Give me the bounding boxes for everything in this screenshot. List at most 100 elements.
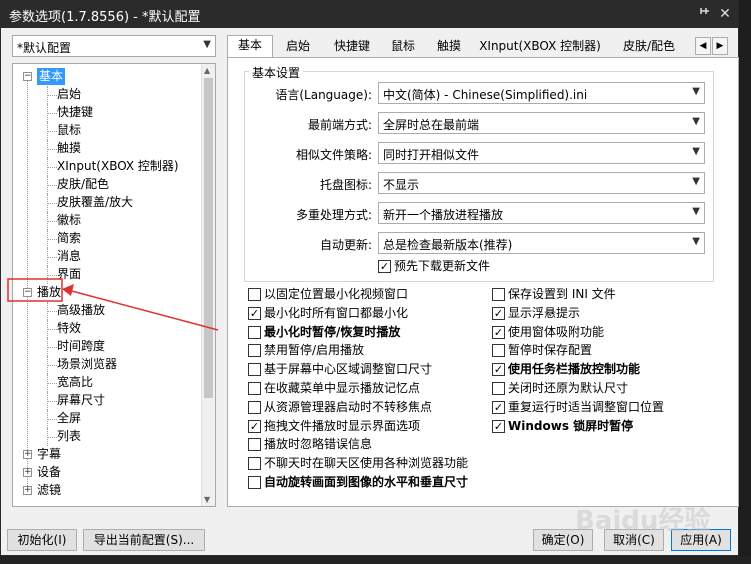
tree-guide-line	[47, 365, 57, 366]
tree-item[interactable]: 皮肤/配色	[57, 176, 109, 193]
setting-dropdown[interactable]: 总是检查最新版本(推荐) ▼	[378, 232, 705, 254]
setting-dropdown[interactable]: 不显示 ▼	[378, 172, 705, 194]
chevron-down-icon: ▼	[692, 176, 700, 187]
tree-item[interactable]: XInput(XBOX 控制器)	[57, 158, 179, 175]
checkbox-box[interactable]	[248, 438, 261, 452]
checkbox-box[interactable]: ✓	[378, 260, 391, 273]
checkbox-label: 显示浮悬提示	[508, 305, 581, 320]
close-icon[interactable]: ✕	[715, 4, 735, 24]
setting-dropdown[interactable]: 同时打开相似文件 ▼	[378, 142, 705, 164]
background-strip	[740, 0, 751, 564]
checkbox-box[interactable]	[248, 288, 261, 301]
expand-icon[interactable]: +	[23, 486, 32, 495]
checkbox-box[interactable]: ✓	[492, 325, 505, 339]
tab-item[interactable]: 启始	[277, 37, 319, 57]
checkbox-box[interactable]	[248, 400, 261, 414]
tree-item[interactable]: 屏幕尺寸	[57, 392, 105, 409]
title-bar[interactable]: 参数选项(1.7.8556) - *默认配置 ✕	[1, 1, 738, 28]
tree-guide-line	[47, 194, 48, 212]
tree-item[interactable]: 字幕	[37, 446, 61, 463]
collapse-icon[interactable]: −	[23, 288, 32, 297]
tab-item[interactable]: 鼠标	[383, 37, 423, 57]
tree-guide-line	[47, 338, 48, 356]
tree-item[interactable]: 基本	[37, 68, 66, 85]
tree-item[interactable]: 皮肤覆盖/放大	[57, 194, 133, 211]
tab-item[interactable]: 快捷键	[323, 37, 381, 57]
tree-guide-line	[47, 329, 57, 330]
tree-item[interactable]: 滤镜	[37, 482, 61, 499]
setting-dropdown[interactable]: 新开一个播放进程播放 ▼	[378, 202, 705, 224]
checkbox-box[interactable]: ✓	[248, 306, 261, 320]
tree-guide-line	[47, 302, 48, 320]
tree-item[interactable]: 鼠标	[57, 122, 81, 139]
tree-item[interactable]: 时间跨度	[57, 338, 105, 355]
tree-scrollbar[interactable]: ▲ ▼	[201, 64, 215, 506]
tab-item[interactable]: 基本	[227, 35, 273, 58]
tree-guide-line	[47, 392, 48, 410]
checkbox-box[interactable]	[248, 476, 261, 489]
chevron-down-icon: ▼	[692, 146, 700, 157]
checkbox-box[interactable]	[248, 363, 261, 377]
tree-item[interactable]: 徽标	[57, 212, 81, 229]
tree-item[interactable]: 启始	[57, 86, 81, 103]
tree-guide-line	[47, 374, 48, 392]
scroll-up-icon[interactable]: ▲	[204, 66, 210, 75]
expand-icon[interactable]: +	[23, 450, 32, 459]
profile-select[interactable]: *默认配置 ▼	[12, 35, 216, 57]
init-button[interactable]: 初始化(I)	[7, 529, 77, 551]
tree-item[interactable]: 设备	[37, 464, 61, 481]
tree-item[interactable]: 高级播放	[57, 302, 105, 319]
expand-icon[interactable]: +	[23, 468, 32, 477]
scroll-down-icon[interactable]: ▼	[204, 495, 210, 504]
tree-item[interactable]: 触摸	[57, 140, 81, 157]
predownload-label: 预先下载更新文件	[394, 259, 491, 273]
tree-item[interactable]: 界面	[57, 266, 81, 283]
checkbox-box[interactable]	[248, 325, 261, 339]
tree-guide-line	[47, 158, 48, 176]
tree-item[interactable]: 特效	[57, 320, 81, 337]
chevron-down-icon: ▼	[692, 116, 700, 127]
checkbox-box[interactable]: ✓	[248, 419, 261, 433]
tree-item[interactable]: 播放	[37, 284, 61, 301]
tab-scroll-right-icon[interactable]: ▶	[712, 37, 728, 55]
tree-item[interactable]: 场景浏览器	[57, 356, 117, 373]
checkbox-box[interactable]: ✓	[492, 400, 505, 414]
tree-item[interactable]: 简索	[57, 230, 81, 247]
checkbox-box[interactable]	[248, 457, 261, 471]
export-config-button[interactable]: 导出当前配置(S)...	[83, 529, 205, 551]
setting-dropdown[interactable]: 全屏时总在最前端 ▼	[378, 112, 705, 134]
checkbox-box[interactable]: ✓	[492, 363, 505, 377]
collapse-icon[interactable]: −	[23, 72, 32, 81]
checkbox-box[interactable]	[492, 288, 505, 301]
checkbox-box[interactable]	[248, 382, 261, 395]
window-title: 参数选项(1.7.8556) - *默认配置	[9, 10, 201, 25]
checkbox-box[interactable]	[492, 382, 505, 395]
checkbox-label: 重复运行时适当调整窗口位置	[508, 399, 665, 414]
checkbox-box[interactable]: ✓	[492, 419, 505, 433]
checkbox-box[interactable]: ✓	[492, 306, 505, 320]
tree-item[interactable]: 列表	[57, 428, 81, 445]
settings-tree[interactable]: ▲ ▼ − 基本 启始 快捷键 鼠标 触摸 XInput(XBOX 控制器) 皮肤/配色 皮肤覆…	[12, 63, 216, 507]
background-strip	[0, 556, 751, 564]
tree-item[interactable]: 消息	[57, 248, 81, 265]
tree-item[interactable]: 宽高比	[57, 374, 93, 391]
pin-icon[interactable]	[695, 4, 715, 24]
tab-item[interactable]: 触摸	[427, 37, 471, 57]
tree-guide-line	[47, 320, 48, 338]
tab-item[interactable]: XInput(XBOX 控制器)	[473, 37, 607, 57]
tab-bar: ◀ ▶ 基本 启始 快捷键 鼠标 触摸 XInput(XBOX 控制器) 皮肤/配色	[227, 35, 741, 58]
checkbox-box[interactable]	[492, 344, 505, 358]
checkbox-label: 使用任务栏播放控制功能	[508, 362, 641, 377]
checkbox-label: 拖拽文件播放时显示界面选项	[264, 418, 421, 433]
tree-guide-line	[47, 95, 57, 96]
tree-item[interactable]: 全屏	[57, 410, 81, 427]
tree-guide-line	[47, 311, 57, 312]
tab-scroll-left-icon[interactable]: ◀	[695, 37, 711, 55]
setting-label: 最前端方式:	[307, 118, 372, 132]
checkbox-box[interactable]	[248, 344, 261, 358]
scroll-thumb[interactable]	[204, 78, 213, 398]
setting-dropdown[interactable]: 中文(简体) - Chinese(Simplified).ini ▼	[378, 82, 705, 104]
tree-guide-line	[47, 410, 48, 428]
tab-item[interactable]: 皮肤/配色	[609, 37, 689, 57]
tree-item[interactable]: 快捷键	[57, 104, 93, 121]
